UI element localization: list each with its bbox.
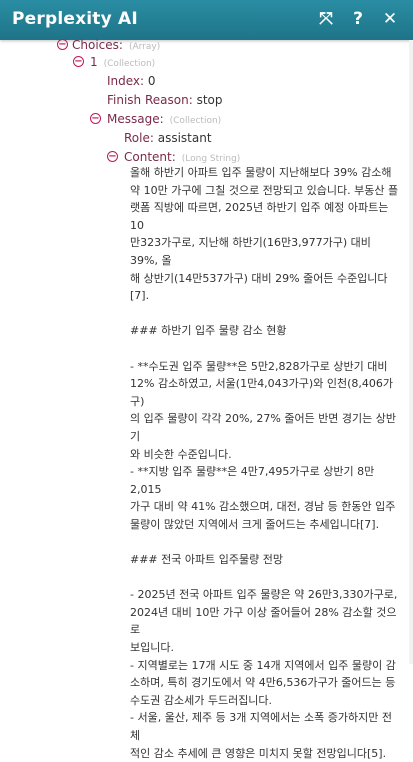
item-key: 1 xyxy=(90,55,98,69)
role-key: Role: xyxy=(124,131,154,145)
scrollbar[interactable] xyxy=(409,40,413,664)
content-type: (Long String) xyxy=(181,154,241,164)
choices-key: Choices: xyxy=(72,38,123,52)
dialog-title: Perplexity AI xyxy=(12,9,138,29)
choices-row: Choices: (Array) xyxy=(72,37,160,55)
help-icon[interactable]: ? xyxy=(349,8,367,30)
dialog-header: Perplexity AI ⤧ ? ✕ xyxy=(0,0,413,40)
item-type: (Collection) xyxy=(103,59,156,69)
index-value: 0 xyxy=(147,74,156,88)
close-icon[interactable]: ✕ xyxy=(381,8,399,30)
content-key: Content: xyxy=(124,150,176,164)
item-row: 1 (Collection) xyxy=(90,54,155,72)
finish-reason-value: stop xyxy=(196,93,223,107)
message-row: Message: (Collection) xyxy=(107,111,221,129)
role-value: assistant xyxy=(157,131,212,145)
collapse-choices-toggle[interactable]: − xyxy=(57,39,68,50)
content-value: 올해 하반기 아파트 입주 물량이 지난해보다 39% 감소해 약 10만 가구… xyxy=(130,166,399,760)
index-row: Index: 0 xyxy=(107,73,156,89)
message-type: (Collection) xyxy=(169,116,222,126)
message-key: Message: xyxy=(107,112,164,126)
collapse-message-toggle[interactable]: − xyxy=(90,113,101,124)
role-row: Role: assistant xyxy=(124,130,212,146)
finish-reason-row: Finish Reason: stop xyxy=(107,92,223,108)
collapse-item-toggle[interactable]: − xyxy=(73,56,84,67)
index-key: Index: xyxy=(107,74,145,88)
choices-type: (Array) xyxy=(128,42,161,52)
finish-reason-key: Finish Reason: xyxy=(107,93,193,107)
collapse-content-toggle[interactable]: − xyxy=(107,151,118,162)
expand-icon[interactable]: ⤧ xyxy=(317,8,335,30)
